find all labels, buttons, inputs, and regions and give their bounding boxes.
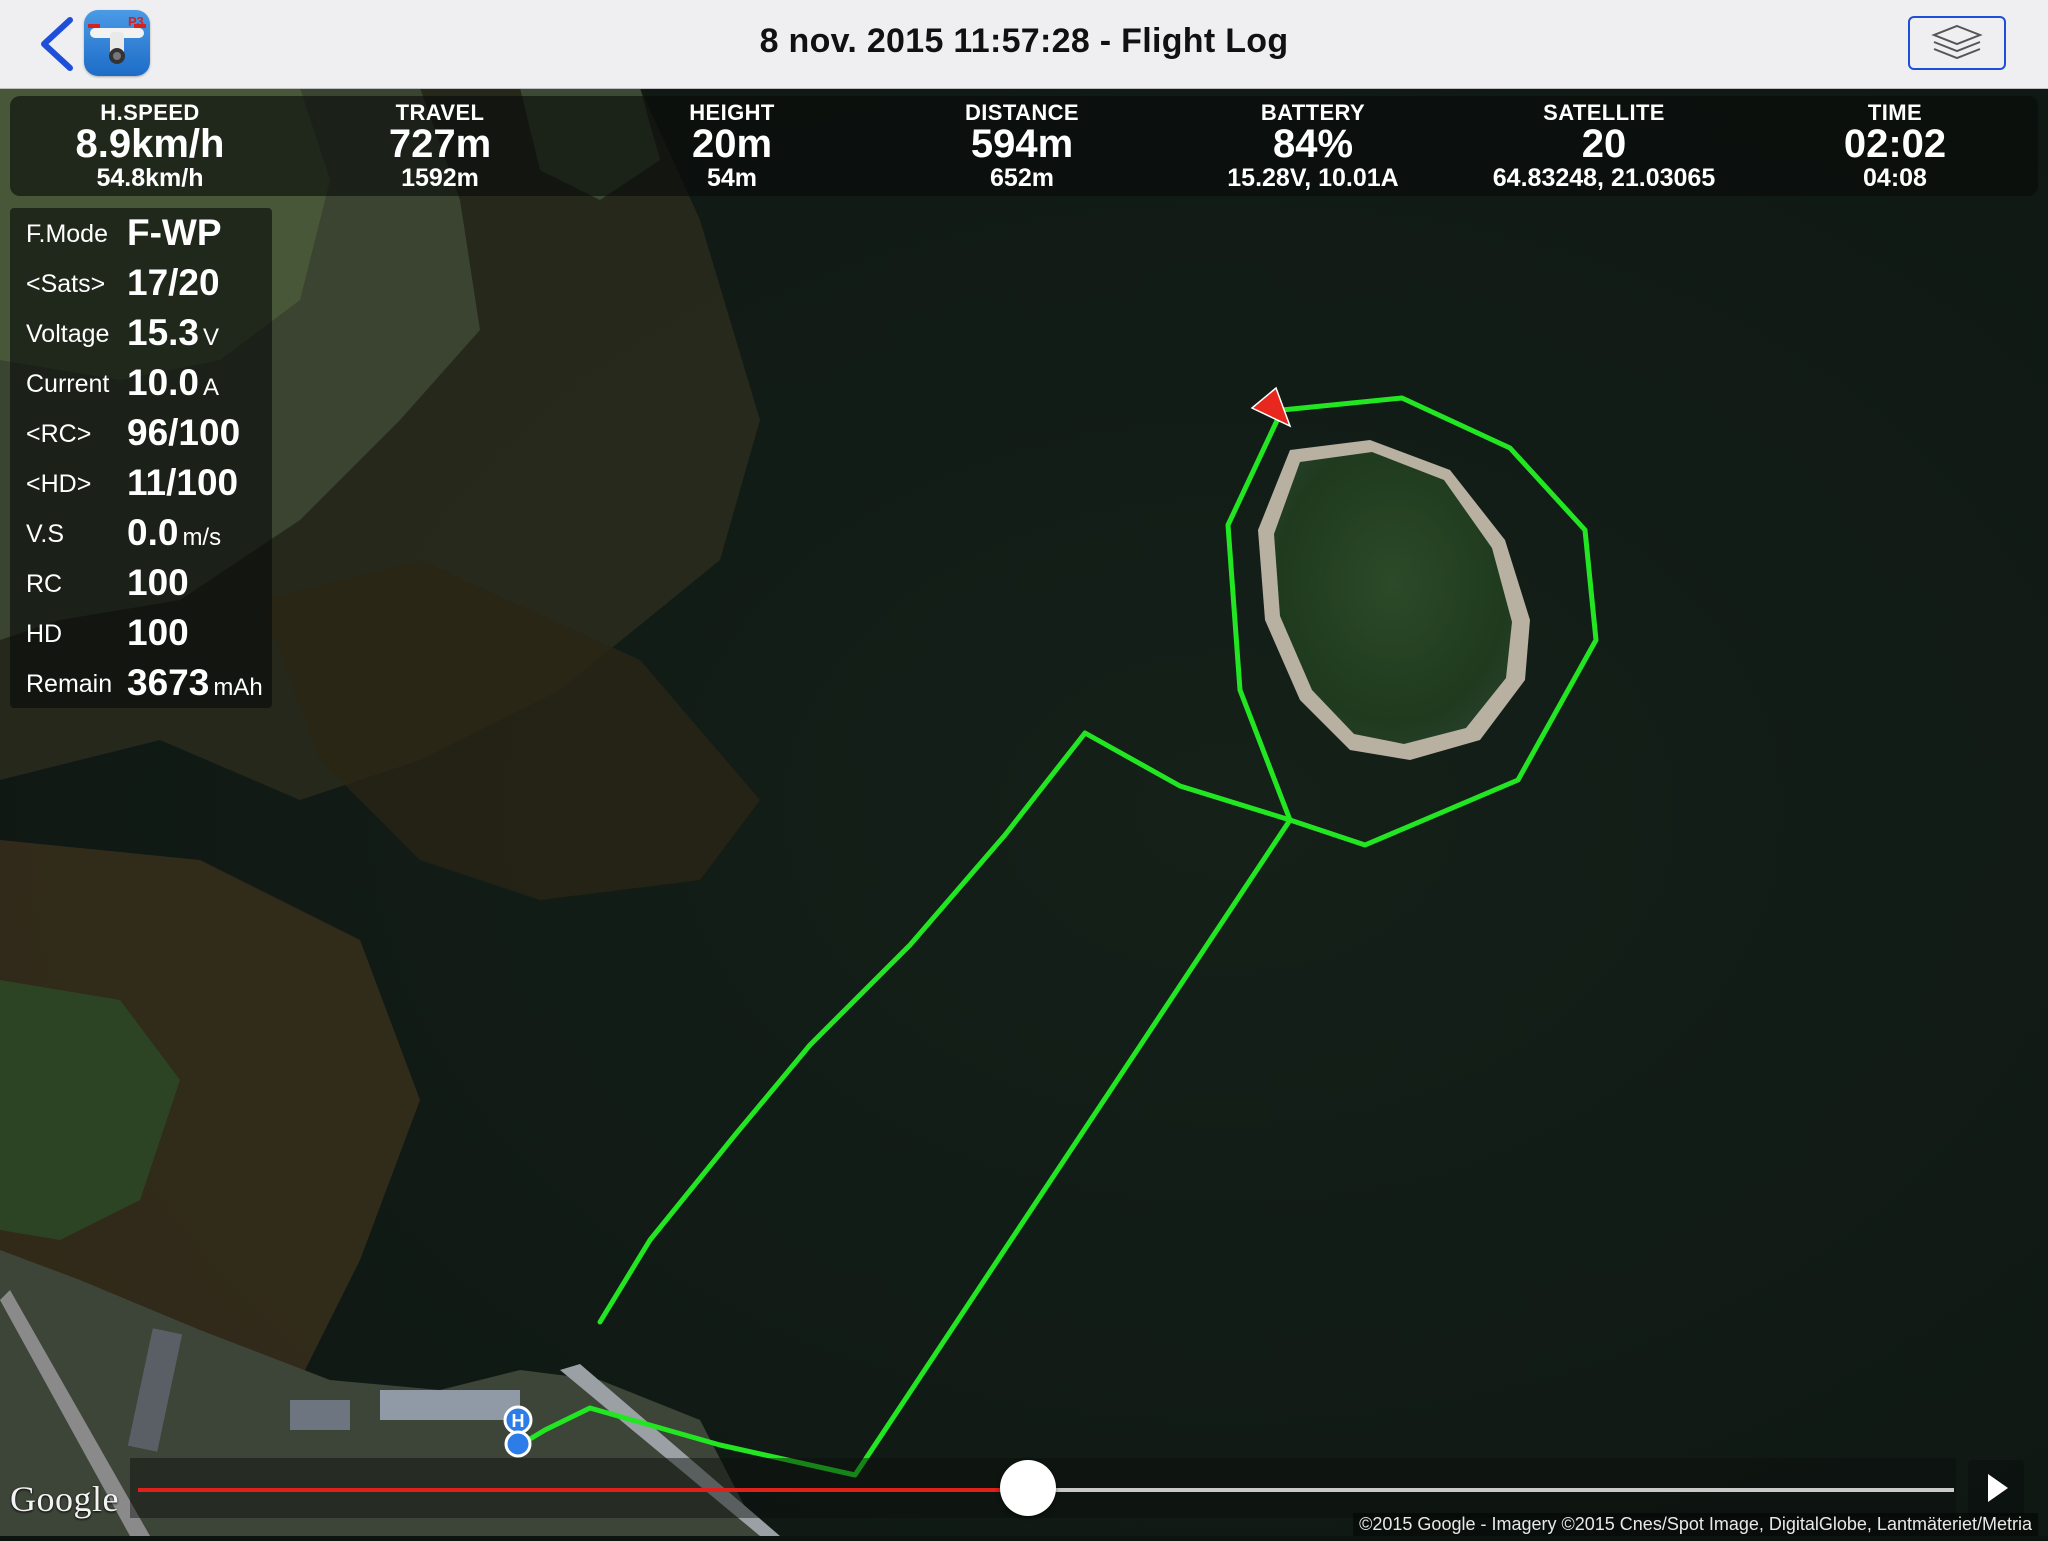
telemetry-row-rc-signal: <RC> 96/100: [10, 408, 272, 458]
stat-subvalue: 15.28V, 10.01A: [1227, 164, 1399, 192]
navigation-bar: P3 8 nov. 2015 11:57:28 - Flight Log: [0, 0, 2048, 89]
map-copyright: ©2015 Google - Imagery ©2015 Cnes/Spot I…: [1353, 1513, 2038, 1536]
telemetry-row-rc: RC 100: [10, 558, 272, 608]
telemetry-key: Voltage: [26, 320, 110, 348]
telemetry-value: 96/100: [127, 412, 241, 453]
stat-subvalue: 1592m: [401, 164, 479, 192]
telemetry-panel: F.Mode F-WP <Sats> 17/20 Voltage 15.3 V C…: [10, 208, 272, 708]
play-icon: [1988, 1474, 2008, 1502]
stat-label: SATELLITE: [1543, 100, 1665, 125]
stat-subvalue: 652m: [990, 164, 1054, 192]
svg-text:P3: P3: [128, 14, 144, 29]
playback-progress-played: [138, 1488, 1028, 1492]
stat-value: 594m: [970, 122, 1074, 166]
app-icon: P3: [84, 10, 150, 76]
stat-label: H.SPEED: [100, 100, 200, 125]
stat-satellite: SATELLITE 20 64.83248, 21.03065: [1492, 96, 1716, 193]
playback-scrubber-handle[interactable]: [999, 1460, 1056, 1516]
stat-travel: TRAVEL 727m 1592m: [388, 96, 492, 193]
svg-text:H: H: [512, 1411, 525, 1431]
telemetry-key: <RC>: [26, 420, 92, 448]
telemetry-key: F.Mode: [26, 220, 108, 248]
telemetry-row-sats: <Sats> 17/20: [10, 258, 272, 308]
stat-label: HEIGHT: [689, 100, 775, 125]
stat-label: TIME: [1867, 100, 1923, 125]
map-canvas: H: [0, 88, 2048, 1536]
map-layers-button[interactable]: [1908, 16, 2006, 70]
stat-value: 02:02: [1843, 122, 1947, 166]
telemetry-value: 10.0 A: [127, 362, 220, 403]
stat-subvalue: 54.8km/h: [96, 164, 204, 192]
telemetry-value: 100: [127, 612, 189, 653]
telemetry-value: 100: [127, 562, 189, 603]
satellite-map[interactable]: H: [0, 88, 2048, 1536]
stat-height: HEIGHT 20m 54m: [689, 96, 775, 193]
stat-h-speed: H.SPEED 8.9km/h 54.8km/h: [75, 96, 225, 193]
stat-value: 20: [1581, 122, 1627, 166]
telemetry-value: 15.3 V: [127, 312, 220, 353]
telemetry-key: V.S: [26, 520, 65, 548]
stat-value: 84%: [1272, 122, 1354, 166]
telemetry-row-vertical-speed: V.S 0.0 m/s: [10, 508, 272, 558]
telemetry-row-voltage: Voltage 15.3 V: [10, 308, 272, 358]
telemetry-value: 17/20: [127, 262, 220, 303]
stat-subvalue: 54m: [706, 164, 758, 192]
telemetry-key: RC: [26, 570, 63, 598]
telemetry-row-current: Current 10.0 A: [10, 358, 272, 408]
telemetry-value: 0.0 m/s: [127, 512, 222, 553]
telemetry-key: Remain: [26, 670, 113, 698]
telemetry-row-fmode: F.Mode F-WP: [10, 208, 272, 258]
stat-battery: BATTERY 84% 15.28V, 10.01A: [1227, 96, 1399, 193]
stat-value: 727m: [388, 122, 492, 166]
stat-label: DISTANCE: [964, 100, 1080, 125]
telemetry-key: HD: [26, 620, 63, 648]
stat-subvalue: 04:08: [1863, 164, 1927, 192]
stat-value: 8.9km/h: [75, 122, 225, 166]
stat-label: BATTERY: [1260, 100, 1366, 125]
stat-distance: DISTANCE 594m 652m: [964, 96, 1080, 193]
stat-value: 20m: [691, 122, 773, 166]
telemetry-row-remain: Remain 3673 mAh: [10, 658, 272, 708]
telemetry-key: <HD>: [26, 470, 92, 498]
telemetry-row-hd-signal: <HD> 11/100: [10, 458, 272, 508]
telemetry-value: F-WP: [127, 212, 222, 253]
play-button[interactable]: [1968, 1460, 2024, 1516]
stat-label: TRAVEL: [395, 100, 485, 125]
telemetry-key: Current: [26, 370, 110, 398]
google-logo: Google: [10, 1479, 119, 1519]
telemetry-value: 3673 mAh: [127, 662, 263, 703]
stat-time: TIME 02:02 04:08: [1843, 96, 1947, 193]
playback-timeline-track[interactable]: [1027, 1488, 1954, 1492]
flight-stats-panel: H.SPEED 8.9km/h 54.8km/h TRAVEL 727m 159…: [10, 96, 2038, 196]
telemetry-key: <Sats>: [26, 270, 106, 298]
telemetry-row-hd: HD 100: [10, 608, 272, 658]
stat-subvalue: 64.83248, 21.03065: [1492, 164, 1716, 192]
layers-icon: [1931, 24, 1983, 60]
back-button[interactable]: [30, 14, 90, 74]
telemetry-value: 11/100: [127, 462, 239, 503]
page-title: 8 nov. 2015 11:57:28 - Flight Log: [759, 22, 1289, 60]
chevron-left-icon: [41, 17, 73, 71]
